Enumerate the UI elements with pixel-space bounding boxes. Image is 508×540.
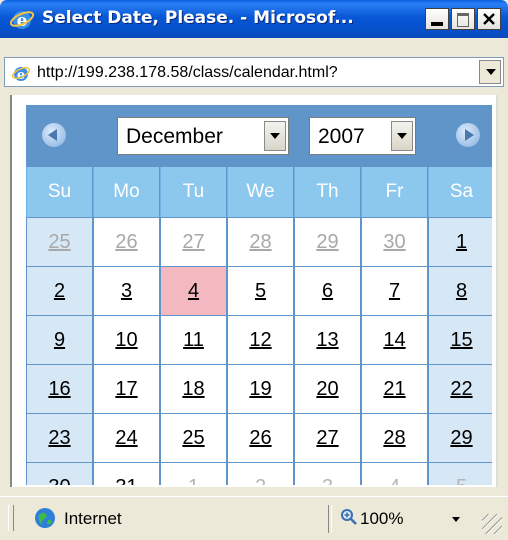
- day-cell[interactable]: 15: [429, 316, 492, 364]
- close-icon: [483, 13, 495, 25]
- day-cell-other-month[interactable]: 3: [295, 463, 360, 485]
- day-cell[interactable]: 25: [161, 414, 226, 462]
- weekday-header: Th: [294, 167, 360, 217]
- day-cell-other-month[interactable]: 26: [94, 218, 159, 266]
- minimize-button[interactable]: [425, 8, 449, 30]
- day-cell-other-month[interactable]: 25: [27, 218, 92, 266]
- day-cell[interactable]: 20: [295, 365, 360, 413]
- zoom-magnifier-icon: [341, 509, 357, 525]
- year-select[interactable]: 2007: [309, 117, 416, 155]
- security-zone-label: Internet: [64, 509, 122, 528]
- day-cell[interactable]: 26: [228, 414, 293, 462]
- window-title: Select Date, Please. - Microsof...: [42, 8, 354, 28]
- zoom-dropdown-icon[interactable]: [452, 517, 460, 522]
- month-select[interactable]: December: [117, 117, 289, 155]
- browser-window: e Select Date, Please. - Microsof... e h…: [0, 0, 508, 540]
- day-cell[interactable]: 10: [94, 316, 159, 364]
- calendar-widget: December 2007 Su Mo Tu We Th Fr Sa 25 26…: [26, 105, 492, 485]
- day-cell-other-month[interactable]: 5: [429, 463, 492, 485]
- day-cell[interactable]: 6: [295, 267, 360, 315]
- maximize-button[interactable]: [451, 8, 475, 30]
- day-cell-other-month[interactable]: 2: [228, 463, 293, 485]
- status-grip: [8, 505, 14, 531]
- day-cell-other-month[interactable]: 4: [362, 463, 427, 485]
- day-cell-other-month[interactable]: 30: [362, 218, 427, 266]
- security-zone[interactable]: Internet: [30, 505, 330, 533]
- day-cell[interactable]: 7: [362, 267, 427, 315]
- day-cell[interactable]: 13: [295, 316, 360, 364]
- day-cell[interactable]: 30: [27, 463, 92, 485]
- address-dropdown-button[interactable]: [479, 60, 501, 84]
- address-bar[interactable]: e http://199.238.178.58/class/calendar.h…: [4, 57, 504, 87]
- resize-grip-icon[interactable]: [482, 514, 502, 534]
- title-bar[interactable]: e Select Date, Please. - Microsof...: [0, 0, 508, 38]
- day-cell[interactable]: 3: [94, 267, 159, 315]
- weekday-header: Su: [26, 167, 92, 217]
- globe-icon: [35, 508, 55, 528]
- day-cell[interactable]: 29: [429, 414, 492, 462]
- day-cell[interactable]: 1: [429, 218, 492, 266]
- day-cell[interactable]: 16: [27, 365, 92, 413]
- day-cell[interactable]: 5: [228, 267, 293, 315]
- day-cell[interactable]: 14: [362, 316, 427, 364]
- day-cell[interactable]: 22: [429, 365, 492, 413]
- day-cell[interactable]: 11: [161, 316, 226, 364]
- day-cell[interactable]: 17: [94, 365, 159, 413]
- day-cell-selected[interactable]: 4: [161, 267, 226, 315]
- year-dropdown-arrow-icon[interactable]: [391, 121, 413, 151]
- internet-explorer-icon: e: [9, 11, 35, 31]
- weekday-header-row: Su Mo Tu We Th Fr Sa: [26, 167, 492, 217]
- zoom-control[interactable]: 100%: [338, 505, 478, 533]
- weekday-header: We: [227, 167, 293, 217]
- day-cell-other-month[interactable]: 1: [161, 463, 226, 485]
- day-cell[interactable]: 18: [161, 365, 226, 413]
- status-bar: Internet 100%: [0, 496, 508, 540]
- page-icon: e: [11, 66, 31, 83]
- status-divider: [328, 505, 332, 533]
- month-select-value: December: [126, 125, 223, 148]
- close-button[interactable]: [477, 8, 501, 30]
- day-cell-other-month[interactable]: 29: [295, 218, 360, 266]
- weekday-header: Tu: [160, 167, 226, 217]
- day-cell[interactable]: 8: [429, 267, 492, 315]
- day-cell[interactable]: 2: [27, 267, 92, 315]
- url-field[interactable]: http://199.238.178.58/class/calendar.htm…: [37, 64, 467, 82]
- day-cell[interactable]: 24: [94, 414, 159, 462]
- year-select-value: 2007: [318, 125, 365, 148]
- next-month-button[interactable]: [456, 123, 480, 147]
- day-cell[interactable]: 23: [27, 414, 92, 462]
- day-cell[interactable]: 19: [228, 365, 293, 413]
- day-cell[interactable]: 9: [27, 316, 92, 364]
- day-cell-other-month[interactable]: 28: [228, 218, 293, 266]
- calendar-header: December 2007: [26, 105, 492, 167]
- day-cell[interactable]: 28: [362, 414, 427, 462]
- weekday-header: Sa: [428, 167, 492, 217]
- month-dropdown-arrow-icon[interactable]: [264, 121, 286, 151]
- weekday-header: Fr: [361, 167, 427, 217]
- previous-month-button[interactable]: [42, 123, 66, 147]
- day-cell-other-month[interactable]: 27: [161, 218, 226, 266]
- day-cell[interactable]: 27: [295, 414, 360, 462]
- zoom-level: 100%: [360, 509, 404, 528]
- weekday-header: Mo: [93, 167, 159, 217]
- day-cell[interactable]: 21: [362, 365, 427, 413]
- day-cell[interactable]: 12: [228, 316, 293, 364]
- day-cell[interactable]: 31: [94, 463, 159, 485]
